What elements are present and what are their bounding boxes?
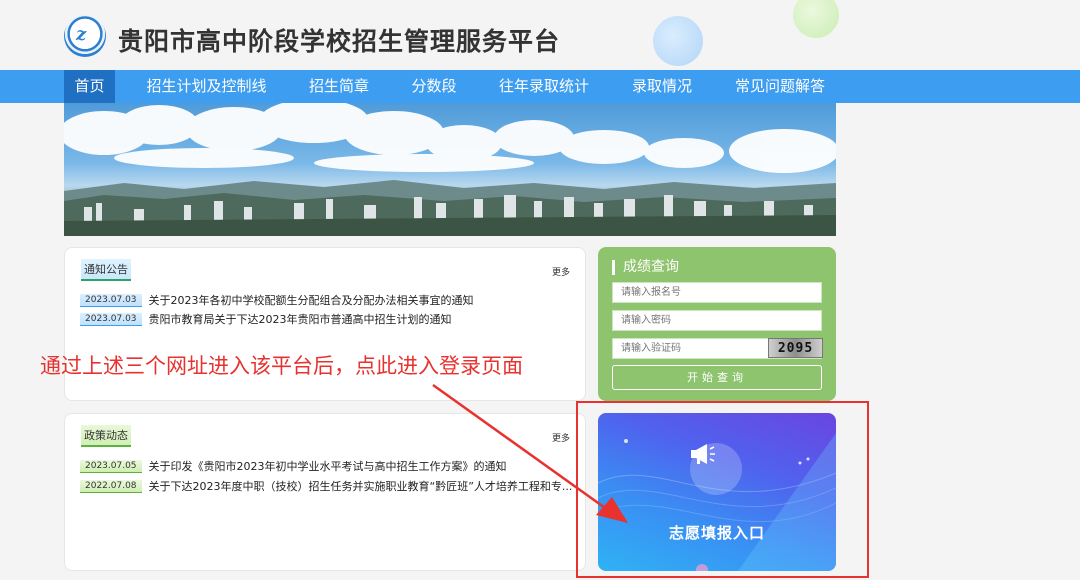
policy-more-link[interactable]: 更多 [552, 431, 570, 444]
site-header: z 贵阳市高中阶段学校招生管理服务平台 [0, 0, 1080, 70]
captcha-image[interactable]: 2095 [768, 338, 823, 358]
registration-number-input[interactable] [612, 282, 822, 303]
score-query-panel: 成绩查询 2095 开始查询 [598, 247, 836, 401]
annotation-highlight-box [576, 401, 869, 578]
logo-mark: z [76, 24, 87, 45]
policy-panel-tag: 政策动态 [81, 425, 131, 447]
nav-item-faq[interactable]: 常见问题解答 [724, 70, 836, 103]
nav-item-enrollment-plan[interactable]: 招生计划及控制线 [135, 70, 278, 103]
city-banner [64, 103, 836, 236]
notice-date: 2023.07.03 [80, 293, 142, 307]
decorative-bubble [653, 16, 703, 66]
notice-date: 2023.07.03 [80, 312, 142, 326]
password-input[interactable] [612, 310, 822, 331]
decorative-bubble [793, 0, 839, 38]
notice-more-link[interactable]: 更多 [552, 265, 570, 278]
site-logo[interactable]: z [64, 15, 106, 57]
notice-list-item[interactable]: 2023.07.03 贵阳市教育局关于下达2023年贵阳市普通高中招生计划的通知 [80, 312, 452, 326]
annotation-text: 通过上述三个网址进入该平台后，点此进入登录页面 [40, 354, 523, 378]
nav-item-score-distribution[interactable]: 分数段 [400, 70, 468, 103]
policy-date: 2022.07.08 [80, 479, 142, 493]
nav-item-home[interactable]: 首页 [64, 70, 115, 103]
notice-panel-tag: 通知公告 [81, 259, 131, 281]
policy-list-item[interactable]: 2023.07.05 关于印发《贵阳市2023年初中学业水平考试与高中招生工作方… [80, 459, 507, 473]
main-nav: 首页 招生计划及控制线 招生简章 分数段 往年录取统计 录取情况 常见问题解答 [0, 70, 1080, 103]
nav-item-admission-status[interactable]: 录取情况 [620, 70, 704, 103]
policy-title[interactable]: 关于印发《贵阳市2023年初中学业水平考试与高中招生工作方案》的通知 [149, 458, 507, 474]
nav-item-past-statistics[interactable]: 往年录取统计 [488, 70, 600, 103]
notice-title[interactable]: 关于2023年各初中学校配额生分配组合及分配办法相关事宜的通知 [149, 292, 474, 308]
nav-item-admission-guide[interactable]: 招生简章 [298, 70, 380, 103]
policy-list-item[interactable]: 2022.07.08 关于下达2023年度中职（技校）招生任务并实施职业教育“黔… [80, 479, 572, 493]
site-title: 贵阳市高中阶段学校招生管理服务平台 [118, 27, 561, 56]
policy-title[interactable]: 关于下达2023年度中职（技校）招生任务并实施职业教育“黔匠班”人才培养工程和专… [149, 478, 573, 494]
notice-list-item[interactable]: 2023.07.03 关于2023年各初中学校配额生分配组合及分配办法相关事宜的… [80, 293, 474, 307]
city-skyline-illustration [64, 103, 836, 236]
score-query-title: 成绩查询 [612, 260, 679, 275]
policy-date: 2023.07.05 [80, 459, 142, 473]
policy-panel: 政策动态 更多 2023.07.05 关于印发《贵阳市2023年初中学业水平考试… [64, 413, 586, 571]
start-query-button[interactable]: 开始查询 [612, 365, 822, 390]
notice-title[interactable]: 贵阳市教育局关于下达2023年贵阳市普通高中招生计划的通知 [149, 311, 452, 327]
